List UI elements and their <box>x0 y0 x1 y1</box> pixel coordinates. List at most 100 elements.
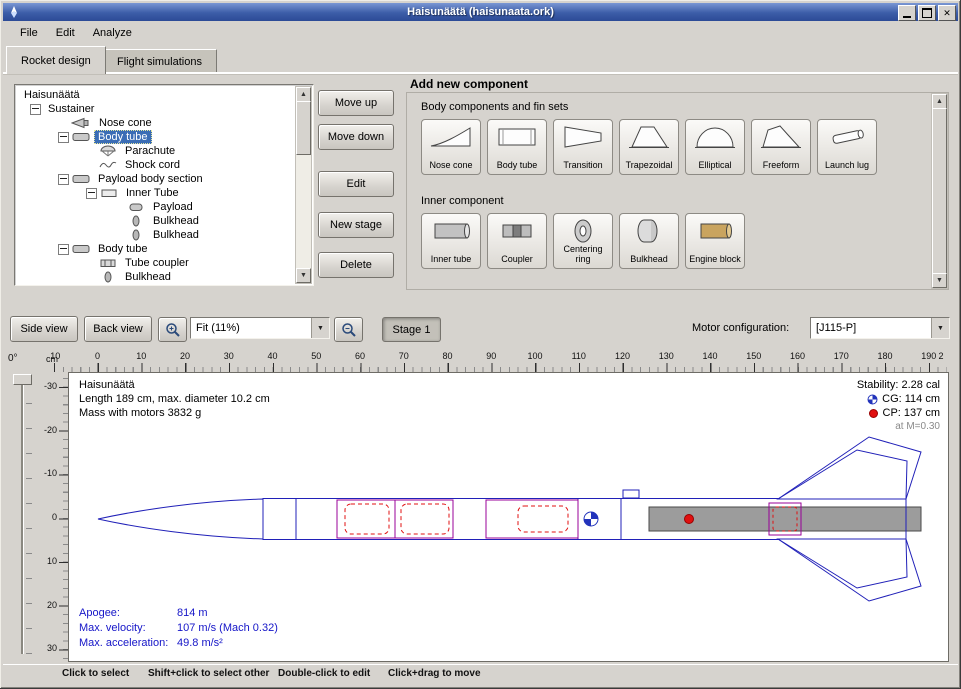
tree-item-shock-cord[interactable]: Shock cord <box>16 158 297 172</box>
rotation-slider-ticks <box>26 378 32 654</box>
collapse-icon[interactable] <box>58 174 69 185</box>
nose-cone-shape[interactable] <box>98 499 263 539</box>
vertical-ruler: -30-20-100102030 <box>40 372 68 660</box>
collapse-icon[interactable] <box>58 244 69 255</box>
menu-analyze[interactable]: Analyze <box>84 24 141 42</box>
move-up-button[interactable]: Move up <box>318 90 394 116</box>
back-view-button[interactable]: Back view <box>84 316 152 342</box>
maximize-button[interactable] <box>918 5 936 21</box>
cg-value: CG: 114 cm <box>882 392 940 406</box>
add-body-tube-button[interactable]: Body tube <box>487 119 547 175</box>
body-tube-icon <box>495 124 539 150</box>
bulkhead-icon <box>127 215 145 227</box>
zoom-in-button[interactable] <box>158 317 187 342</box>
tree-item-body-tube[interactable]: Body tube <box>16 130 297 144</box>
stability-info: Stability: 2.28 cal CG: 114 cm CP: 137 c… <box>857 378 940 434</box>
bulkhead-icon <box>99 271 117 283</box>
chevron-down-icon[interactable]: ▼ <box>931 318 949 338</box>
delete-button[interactable]: Delete <box>318 252 394 278</box>
fin-bottom[interactable] <box>778 539 907 588</box>
add-launch-lug-button[interactable]: Launch lug <box>817 119 877 175</box>
zoom-out-button[interactable] <box>334 317 363 342</box>
add-trapezoidal-fin-button[interactable]: Trapezoidal <box>619 119 679 175</box>
add-elliptical-fin-button[interactable]: Elliptical <box>685 119 745 175</box>
freeform-fin-icon <box>759 124 803 150</box>
collapse-icon[interactable] <box>58 132 69 143</box>
rocket-canvas[interactable]: Haisunäätä Length 189 cm, max. diameter … <box>68 372 949 662</box>
tree-item-inner-tube[interactable]: Inner Tube <box>16 186 297 200</box>
tree-item-rocket[interactable]: Haisunäätä <box>16 88 297 102</box>
minimize-button[interactable] <box>898 5 916 21</box>
add-inner-tube-button[interactable]: Inner tube <box>421 213 481 269</box>
tab-flight-simulations[interactable]: Flight simulations <box>102 49 217 74</box>
tree-item-bulkhead[interactable]: Bulkhead <box>16 270 297 284</box>
rocket-dimensions: Length 189 cm, max. diameter 10.2 cm <box>79 392 270 406</box>
chevron-down-icon[interactable]: ▼ <box>311 318 329 338</box>
flight-summary: Apogee:814 m Max. velocity:107 m/s (Mach… <box>79 606 278 651</box>
add-bulkhead-button[interactable]: Bulkhead <box>619 213 679 269</box>
add-coupler-button[interactable]: Coupler <box>487 213 547 269</box>
tab-rocket-design[interactable]: Rocket design <box>6 46 106 74</box>
scroll-down-icon[interactable]: ▼ <box>296 268 311 283</box>
elliptical-fin-icon <box>693 124 737 150</box>
shock-cord-icon <box>99 159 117 171</box>
close-button[interactable]: ✕ <box>938 5 956 21</box>
tree-item-bulkhead[interactable]: Bulkhead <box>16 214 297 228</box>
rotation-slider-handle[interactable] <box>13 374 32 385</box>
tree-item-payload[interactable]: Payload <box>16 200 297 214</box>
ruler-label: -10 <box>44 468 57 478</box>
tree-item-nose-cone[interactable]: Nose cone <box>16 116 297 130</box>
scroll-up-icon[interactable]: ▲ <box>296 87 311 102</box>
menu-edit[interactable]: Edit <box>47 24 84 42</box>
scroll-down-icon[interactable]: ▼ <box>932 273 947 288</box>
title-bar[interactable]: Haisunäätä (haisunaata.ork) ✕ <box>3 3 958 21</box>
tree-item-body-tube-2[interactable]: Body tube <box>16 242 297 256</box>
cp-marker <box>685 515 694 524</box>
tree-item-tube-coupler[interactable]: Tube coupler <box>16 256 297 270</box>
add-nose-cone-button[interactable]: Nose cone <box>421 119 481 175</box>
zoom-select[interactable]: Fit (11%) ▼ <box>190 317 330 339</box>
add-freeform-fin-button[interactable]: Freeform <box>751 119 811 175</box>
menu-file[interactable]: File <box>11 24 47 42</box>
new-stage-button[interactable]: New stage <box>318 212 394 238</box>
stability-value: Stability: 2.28 cal <box>857 378 940 392</box>
collapse-icon[interactable] <box>86 188 97 199</box>
add-panel-scrollbar[interactable]: ▲ ▼ <box>931 93 948 289</box>
ruler-label: 0 <box>52 512 57 522</box>
launch-lug-shape[interactable] <box>623 490 639 498</box>
ruler-label: 10 <box>136 351 146 361</box>
tree-item-stage[interactable]: Sustainer <box>16 102 297 116</box>
add-transition-button[interactable]: Transition <box>553 119 613 175</box>
scroll-up-icon[interactable]: ▲ <box>932 94 947 109</box>
rotation-slider-track[interactable] <box>21 378 24 654</box>
scrollbar-thumb[interactable] <box>932 108 947 274</box>
scrollbar-thumb[interactable] <box>296 101 311 155</box>
stage-1-toggle[interactable]: Stage 1 <box>382 317 441 342</box>
mach-note: at M=0.30 <box>895 420 940 434</box>
move-down-button[interactable]: Move down <box>318 124 394 150</box>
collapse-icon[interactable] <box>30 104 41 115</box>
tree-item-payload-section[interactable]: Payload body section <box>16 172 297 186</box>
add-engine-block-button[interactable]: Engine block <box>685 213 745 269</box>
tree-scrollbar[interactable]: ▲ ▼ <box>295 86 312 284</box>
ruler-label: 160 <box>790 351 805 361</box>
ruler-label: 180 <box>877 351 892 361</box>
tree-item-bulkhead[interactable]: Bulkhead <box>16 228 297 242</box>
bulkhead-icon <box>627 218 671 244</box>
fin-top[interactable] <box>778 450 907 499</box>
centering-ring-icon <box>561 218 605 244</box>
add-centering-ring-button[interactable]: Centering ring <box>553 213 613 269</box>
side-view-button[interactable]: Side view <box>10 316 78 342</box>
motor-configuration-select[interactable]: [J115-P] ▼ <box>810 317 950 339</box>
bulkhead-icon <box>127 229 145 241</box>
coupler-icon <box>495 218 539 244</box>
engine-block-icon <box>693 218 737 244</box>
tree-item-parachute[interactable]: Parachute <box>16 144 297 158</box>
velocity-value: 107 m/s (Mach 0.32) <box>177 622 278 634</box>
edit-button[interactable]: Edit <box>318 171 394 197</box>
cg-marker <box>584 512 598 526</box>
ruler-label: 0 <box>95 351 100 361</box>
group-label-inner: Inner component <box>421 195 504 207</box>
hint-double-click: Double-click to edit <box>278 668 370 679</box>
ruler-label: 100 <box>527 351 542 361</box>
